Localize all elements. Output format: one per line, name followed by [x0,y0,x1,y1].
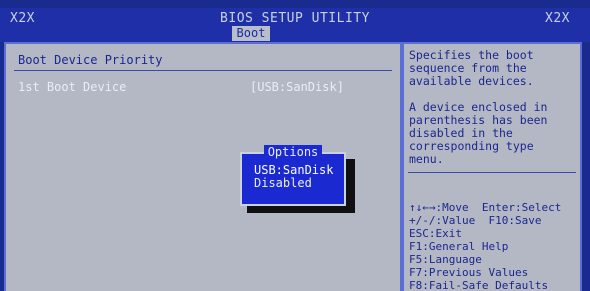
boot-device-row[interactable]: 1st Boot Device [USB:SanDisk] [18,80,388,96]
popup-title-text: Options [263,145,323,159]
key-legend-line: F8:Fail-Safe Defaults [409,279,549,291]
key-legend-line: F1:General Help [409,240,509,253]
option-disabled[interactable]: Disabled [254,177,333,190]
section-divider [14,70,392,71]
key-legend-line: +/-/:Value F10:Save [409,214,542,227]
boot-device-value[interactable]: [USB:SanDisk] [250,80,344,94]
section-title: Boot Device Priority [18,53,163,67]
bios-title: BIOS SETUP UTILITY [220,11,370,26]
options-popup: Options USB:SanDisk Disabled [240,145,346,206]
help-divider [408,172,576,173]
boot-device-label: 1st Boot Device [18,80,127,94]
popup-options-list: USB:SanDisk Disabled [254,164,333,190]
popup-title: Options [242,145,344,159]
key-legend-line: F7:Previous Values [409,266,529,279]
help-description: Specifies the boot sequence from the ava… [409,48,548,166]
title-bar: X2X BIOS SETUP UTILITY X2X [0,8,590,28]
tab-row: Boot [0,26,590,42]
tab-boot[interactable]: Boot [232,26,270,41]
key-legend-line: ↑↓←→:Move Enter:Select [409,201,562,214]
title-right-label: X2X [545,11,570,26]
bios-screen: X2X BIOS SETUP UTILITY X2X Boot Boot Dev… [0,0,590,291]
key-legend-line: ESC:Exit [409,227,462,240]
help-panel: Specifies the boot sequence from the ava… [402,42,582,291]
key-legend: ↑↓←→:Move Enter:Select +/-/:Value F10:Sa… [409,201,581,291]
key-legend-line: F5:Language [409,253,482,266]
